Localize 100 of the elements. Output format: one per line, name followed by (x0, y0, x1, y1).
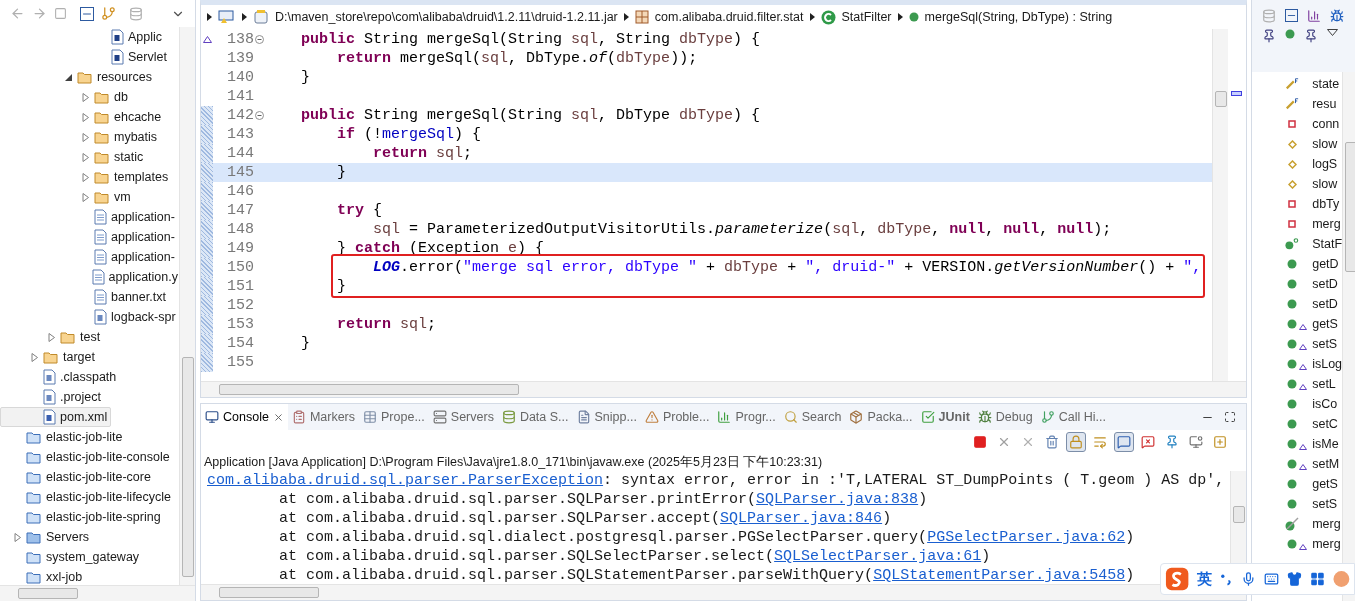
outline-item[interactable]: setS (1252, 334, 1343, 354)
outline-item[interactable]: conn (1252, 114, 1343, 134)
tree-item[interactable]: static (0, 147, 179, 167)
view-tab[interactable]: Data S... (497, 404, 573, 430)
chevron-icon[interactable] (623, 13, 629, 21)
tree-item[interactable]: elastic-job-lite-lifecycle (0, 487, 179, 507)
overview-marker[interactable] (1231, 91, 1243, 96)
tree-item[interactable]: Servlet (0, 47, 179, 67)
class-icon[interactable] (820, 9, 836, 25)
outline-item[interactable]: merg (1252, 214, 1343, 234)
source-link[interactable]: SQLParser.java:846 (720, 510, 883, 527)
jar-icon[interactable] (253, 9, 269, 25)
chevron-icon[interactable] (207, 13, 212, 21)
scrollbar[interactable] (0, 585, 195, 601)
tree-item[interactable]: .classpath (0, 367, 179, 387)
collapsed-arrow-icon[interactable] (81, 192, 90, 202)
source-link[interactable]: PGSelectParser.java:62 (927, 529, 1126, 546)
chevron-icon[interactable] (897, 13, 903, 21)
outline-item[interactable]: state (1252, 74, 1343, 94)
outline-item[interactable]: slow (1252, 174, 1343, 194)
punctuation-icon[interactable] (1220, 572, 1234, 586)
package-icon[interactable] (634, 10, 649, 24)
tree-item[interactable]: ehcache (0, 107, 179, 127)
outline-item[interactable]: setS (1252, 494, 1343, 514)
tree-item[interactable]: banner.txt (0, 287, 179, 307)
outline-item[interactable]: getS (1252, 474, 1343, 494)
view-tab[interactable]: Servers (428, 404, 498, 430)
outline-item[interactable]: getD (1252, 254, 1343, 274)
outline-item[interactable]: merg (1252, 514, 1343, 534)
tree-item[interactable]: application.y (0, 267, 179, 287)
link-editor-icon[interactable] (101, 6, 116, 21)
view-tab[interactable]: Proble... (640, 404, 714, 430)
project-icon[interactable] (218, 9, 236, 25)
shirt-icon[interactable] (1287, 571, 1303, 587)
tree-item[interactable]: system_gateway (0, 547, 179, 567)
view-tab[interactable]: Call Hi... (1036, 404, 1110, 430)
outline-item[interactable]: merg (1252, 534, 1343, 554)
view-tab[interactable]: Markers (287, 404, 360, 430)
collapsed-arrow-icon[interactable] (81, 132, 90, 142)
keyboard-icon[interactable] (1264, 571, 1280, 587)
breadcrumb-item[interactable]: StatFilter (841, 7, 892, 27)
collapsed-arrow-icon[interactable] (81, 152, 90, 162)
breadcrumb-item[interactable]: D:\maven_store\repo\com\alibaba\druid\1.2.11\druid-1.2.11.jar (275, 7, 618, 27)
view-tab[interactable]: Packa... (845, 404, 917, 430)
tree-item[interactable]: vm (0, 187, 179, 207)
forward-icon[interactable] (32, 6, 47, 21)
scrollbar[interactable] (201, 381, 1247, 397)
tree-item[interactable]: db (0, 87, 179, 107)
outline-item[interactable]: setL (1252, 374, 1343, 394)
outline-item[interactable]: resu (1252, 94, 1343, 114)
outline-item[interactable]: isCo (1252, 394, 1343, 414)
avatar-icon[interactable] (1333, 570, 1350, 588)
outline-item[interactable]: isMe (1252, 434, 1343, 454)
input-mode[interactable]: 英 (1197, 567, 1213, 591)
chevron-icon[interactable] (809, 13, 815, 21)
tree-item[interactable]: application- (0, 247, 179, 267)
tree-item[interactable]: mybatis (0, 127, 179, 147)
scrollbar[interactable] (1342, 72, 1355, 601)
view-tab[interactable]: JUnit (916, 404, 974, 430)
outline-item[interactable]: slow (1252, 134, 1343, 154)
tree-item[interactable]: test (0, 327, 179, 347)
view-tab[interactable]: Debug (973, 404, 1037, 430)
tree-item[interactable]: templates (0, 167, 179, 187)
tree-item[interactable]: xxl-job (0, 567, 179, 585)
scrollbar[interactable] (1212, 29, 1229, 381)
collapse-all-icon[interactable] (80, 6, 94, 21)
chevron-icon[interactable] (242, 13, 247, 21)
tree-item[interactable]: logback-spr (0, 307, 179, 327)
view-tab[interactable]: Snipp... (572, 404, 641, 430)
source-link[interactable]: SQLSelectParser.java:61 (774, 548, 982, 565)
outline-item[interactable]: setC (1252, 414, 1343, 434)
view-menu-icon[interactable] (1327, 29, 1339, 36)
collapsed-arrow-icon[interactable] (81, 112, 90, 122)
collapsed-arrow-icon[interactable] (81, 172, 90, 182)
view-tab[interactable]: Prope... (359, 404, 429, 430)
outline-item[interactable]: dbTy (1252, 194, 1343, 214)
collapsed-arrow-icon[interactable] (81, 92, 90, 102)
tree-item[interactable]: elastic-job-lite (0, 427, 179, 447)
close-icon[interactable] (272, 411, 284, 423)
tree-item[interactable]: Applic (0, 27, 179, 47)
outline-item[interactable]: setD (1252, 294, 1343, 314)
outline-item[interactable]: isLog (1252, 354, 1343, 374)
tree-item[interactable]: target (0, 347, 179, 367)
tree-item[interactable]: elastic-job-lite-spring (0, 507, 179, 527)
breadcrumb-item[interactable]: mergeSql(String, DbType) : String (924, 7, 1113, 27)
view-tab[interactable]: Progr... (713, 404, 780, 430)
expanded-arrow-icon[interactable] (64, 72, 73, 82)
outline-item[interactable]: getS (1252, 314, 1343, 334)
outline-item[interactable]: setD (1252, 274, 1343, 294)
method-icon[interactable] (908, 12, 919, 22)
tree-item[interactable]: Servers (0, 527, 179, 547)
fold-icon[interactable] (255, 111, 264, 120)
logo-icon[interactable] (1165, 566, 1190, 592)
view-tab[interactable]: Console (201, 404, 288, 430)
collapsed-arrow-icon[interactable] (30, 352, 39, 362)
collapsed-arrow-icon[interactable] (47, 332, 56, 342)
override-icon[interactable] (202, 36, 212, 43)
tree-item[interactable]: elastic-job-lite-core (0, 467, 179, 487)
back-icon[interactable] (10, 6, 25, 21)
sort-icon[interactable] (1307, 9, 1322, 23)
